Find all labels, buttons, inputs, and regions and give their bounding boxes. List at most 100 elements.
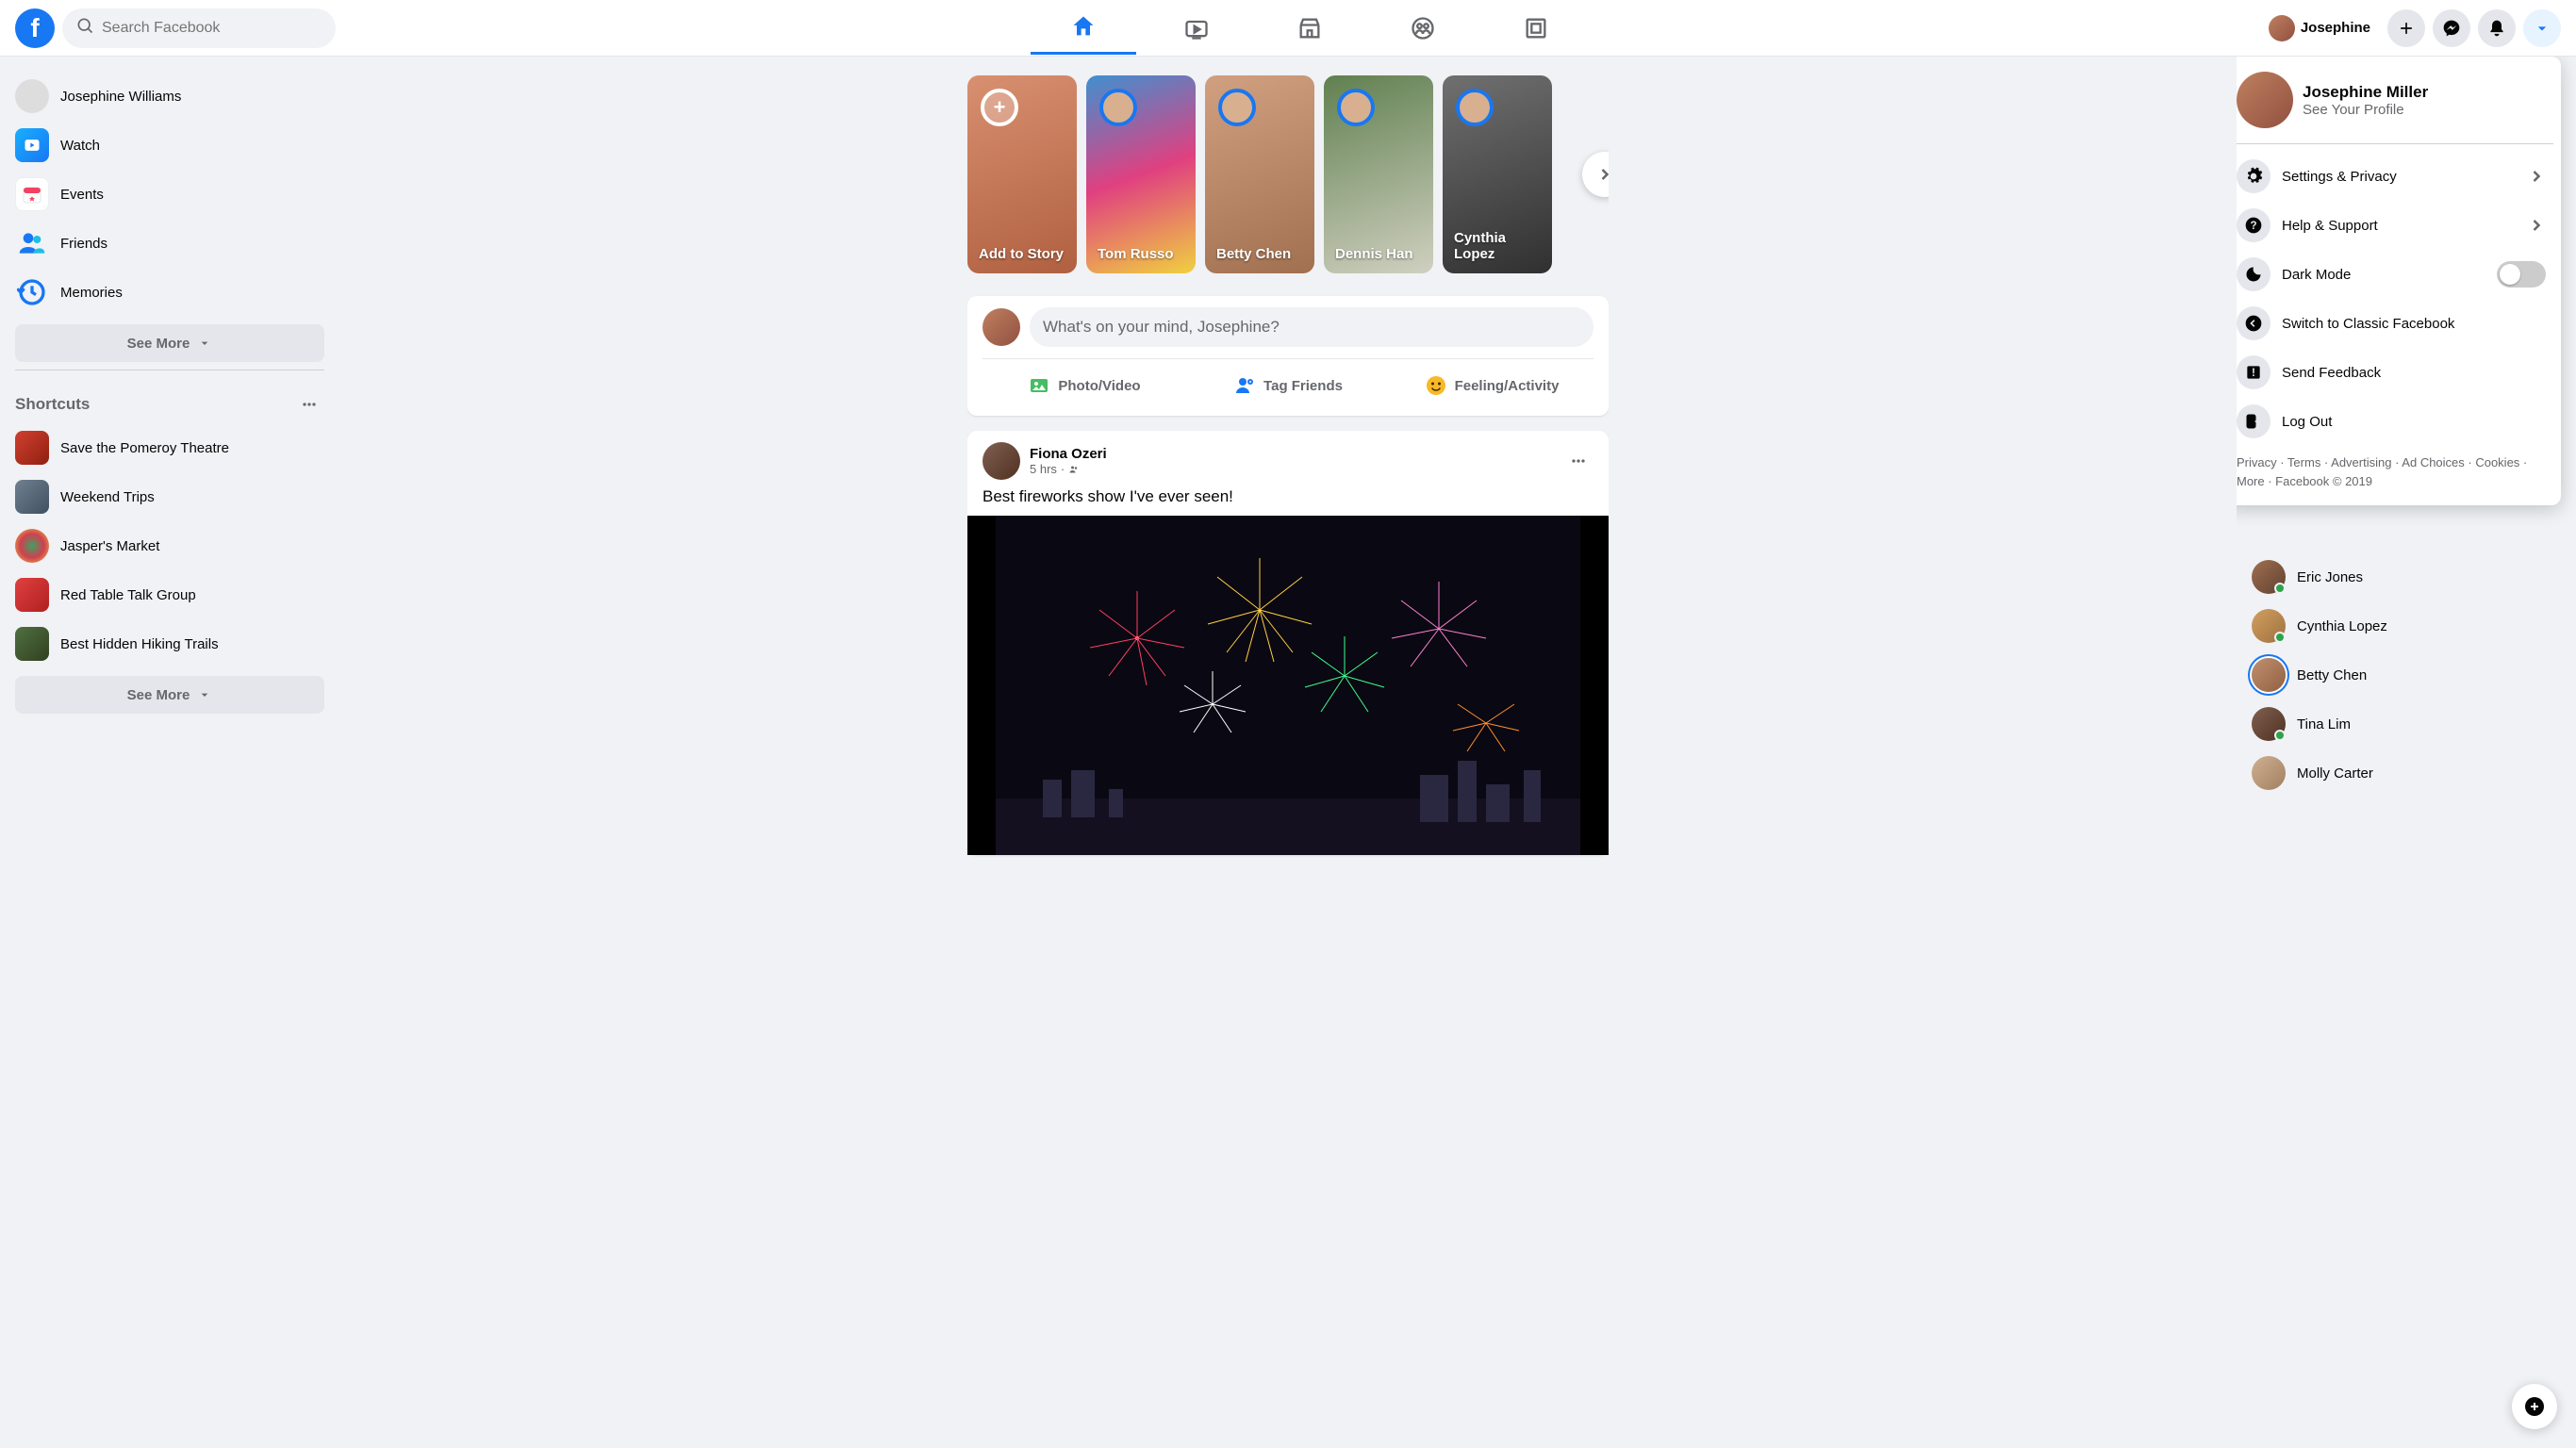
avatar: [15, 79, 49, 113]
shortcut-item[interactable]: Jasper's Market: [8, 521, 332, 570]
see-more-label: See More: [127, 687, 190, 703]
sidebar-item-watch[interactable]: Watch: [8, 121, 332, 170]
chevron-down-icon: [197, 336, 212, 351]
create-button[interactable]: [2387, 9, 2425, 47]
post-image[interactable]: [967, 516, 1609, 855]
nav-home[interactable]: [1031, 2, 1136, 55]
search-input[interactable]: [102, 20, 322, 37]
plus-icon: [2397, 19, 2416, 38]
profile-chip-avatar: [2269, 15, 2295, 41]
post-author-avatar[interactable]: [983, 442, 1020, 480]
search-box[interactable]: [62, 8, 336, 48]
account-dropdown: Josephine Miller See Your Profile Settin…: [2237, 57, 2561, 505]
contact-avatar: [2252, 560, 2286, 594]
dropdown-send-feedback[interactable]: ! Send Feedback: [2237, 348, 2553, 397]
news-feed: + Add to Story Tom Russo Betty Chen Denn…: [967, 57, 1609, 1448]
create-story-label: Add to Story: [979, 246, 1065, 262]
composer-tag-friends[interactable]: Tag Friends: [1186, 367, 1390, 404]
bell-icon: [2487, 19, 2506, 38]
friends-icon: [15, 226, 49, 260]
photo-icon: [1028, 374, 1050, 397]
contact-item[interactable]: Betty Chen: [2244, 650, 2568, 699]
dropdown-log-out[interactable]: Log Out: [2237, 397, 2553, 446]
stories-next-button[interactable]: [1582, 152, 1609, 197]
top-header: f Josephine: [0, 0, 2576, 57]
profile-chip[interactable]: Josephine: [2265, 11, 2380, 45]
story-avatar: [1337, 89, 1375, 126]
contact-avatar: [2252, 707, 2286, 741]
arrow-left-icon: [2237, 306, 2271, 340]
nav-gaming[interactable]: [1483, 2, 1589, 55]
composer-action-label: Photo/Video: [1058, 378, 1140, 394]
composer-avatar[interactable]: [983, 308, 1020, 346]
contact-item[interactable]: Tina Lim: [2244, 699, 2568, 749]
status-composer: What's on your mind, Josephine? Photo/Vi…: [967, 296, 1609, 416]
sidebar-item-friends[interactable]: Friends: [8, 219, 332, 268]
sidebar-item-label: Memories: [60, 285, 123, 301]
dropdown-help-support[interactable]: ? Help & Support: [2237, 201, 2553, 250]
shortcut-thumb: [15, 627, 49, 661]
events-icon: [15, 177, 49, 211]
contact-avatar: [2252, 756, 2286, 790]
story-item[interactable]: Betty Chen: [1205, 75, 1314, 273]
story-item[interactable]: Cynthia Lopez: [1443, 75, 1552, 273]
composer-feeling-activity[interactable]: Feeling/Activity: [1390, 367, 1593, 404]
dropdown-footer-text[interactable]: Privacy · Terms · Advertising · Ad Choic…: [2237, 455, 2527, 488]
post-time: 5 hrs ·: [1030, 462, 1107, 476]
messenger-icon: [2442, 19, 2461, 38]
sidebar-item-events[interactable]: Events: [8, 170, 332, 219]
contact-item[interactable]: Molly Carter: [2244, 749, 2568, 798]
shortcut-item[interactable]: Best Hidden Hiking Trails: [8, 619, 332, 668]
right-sidebar: Josephine Miller See Your Profile Settin…: [2237, 57, 2576, 1448]
caret-down-icon: [2533, 19, 2551, 38]
dropdown-dark-mode[interactable]: Dark Mode: [2237, 250, 2553, 299]
shortcut-thumb: [15, 578, 49, 612]
dropdown-settings-privacy[interactable]: Settings & Privacy: [2237, 152, 2553, 201]
post-menu-button[interactable]: [1563, 446, 1593, 476]
sidebar-item-memories[interactable]: Memories: [8, 268, 332, 317]
gear-icon: [2237, 159, 2271, 193]
see-more-label: See More: [127, 336, 190, 352]
messenger-button[interactable]: [2433, 9, 2470, 47]
sidebar-profile-name: Josephine Williams: [60, 89, 181, 105]
dark-mode-toggle[interactable]: [2497, 261, 2546, 288]
sidebar-profile[interactable]: Josephine Williams: [8, 72, 332, 121]
help-icon: ?: [2237, 208, 2271, 242]
see-more-button[interactable]: See More: [15, 324, 324, 362]
see-more-shortcuts-button[interactable]: See More: [15, 676, 324, 714]
contact-item[interactable]: Eric Jones: [2244, 552, 2568, 601]
shortcuts-more-button[interactable]: [294, 389, 324, 420]
facebook-logo[interactable]: f: [15, 8, 55, 48]
sidebar-item-label: Friends: [60, 236, 107, 252]
dropdown-switch-classic[interactable]: Switch to Classic Facebook: [2237, 299, 2553, 348]
dropdown-profile-sub: See Your Profile: [2303, 102, 2428, 118]
create-story[interactable]: + Add to Story: [967, 75, 1077, 273]
shortcut-item[interactable]: Save the Pomeroy Theatre: [8, 423, 332, 472]
story-item[interactable]: Dennis Han: [1324, 75, 1433, 273]
notifications-button[interactable]: [2478, 9, 2516, 47]
new-message-fab[interactable]: [2512, 1384, 2557, 1429]
dots-icon: [1569, 452, 1588, 470]
add-story-icon: +: [981, 89, 1018, 126]
composer-input[interactable]: What's on your mind, Josephine?: [1030, 307, 1593, 347]
dropdown-profile-link[interactable]: Josephine Miller See Your Profile: [2237, 64, 2553, 136]
contact-item[interactable]: Cynthia Lopez: [2244, 601, 2568, 650]
groups-icon: [1410, 15, 1436, 41]
shortcut-item[interactable]: Weekend Trips: [8, 472, 332, 521]
contact-name: Betty Chen: [2297, 667, 2367, 683]
composer-photo-video[interactable]: Photo/Video: [983, 367, 1186, 404]
account-menu-button[interactable]: [2523, 9, 2561, 47]
shortcut-item[interactable]: Red Table Talk Group: [8, 570, 332, 619]
story-name: Cynthia Lopez: [1454, 230, 1541, 262]
memories-icon: [15, 275, 49, 309]
audience-friends-icon: [1068, 464, 1080, 475]
post-time-text: 5 hrs: [1030, 462, 1057, 476]
nav-watch[interactable]: [1144, 2, 1249, 55]
nav-marketplace[interactable]: [1257, 2, 1362, 55]
nav-groups[interactable]: [1370, 2, 1476, 55]
dropdown-item-label: Switch to Classic Facebook: [2282, 316, 2546, 332]
feedback-icon: !: [2237, 355, 2271, 389]
story-item[interactable]: Tom Russo: [1086, 75, 1196, 273]
post-author-name[interactable]: Fiona Ozeri: [1030, 446, 1107, 462]
marketplace-icon: [1296, 15, 1323, 41]
